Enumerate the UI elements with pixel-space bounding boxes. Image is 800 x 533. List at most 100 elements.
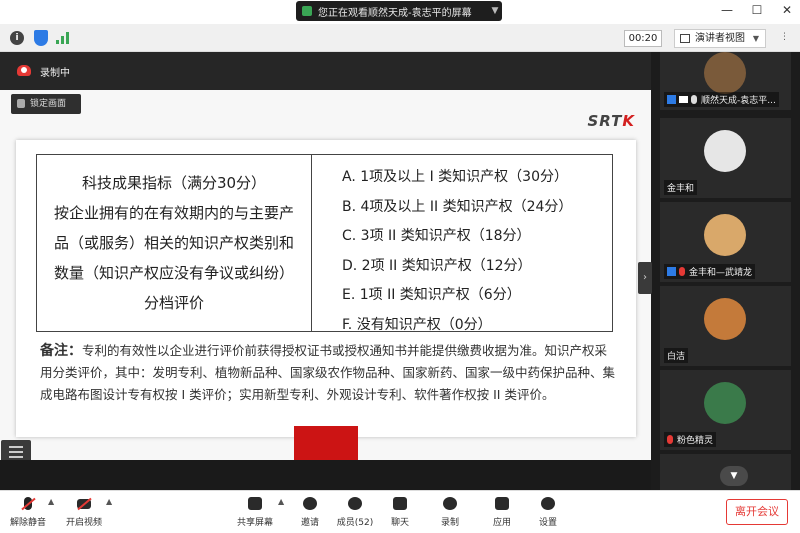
chevron-up-icon[interactable]: ▲ xyxy=(48,497,54,506)
unmute-button[interactable]: 解除静音 xyxy=(8,495,48,528)
apps-label: 应用 xyxy=(492,518,511,528)
participant-name: 白洁 xyxy=(667,352,686,362)
logo-accent: K xyxy=(622,112,635,130)
info-icon[interactable]: i xyxy=(10,31,24,45)
participant-tile[interactable]: 金丰和 xyxy=(660,118,791,198)
pin-icon xyxy=(17,99,25,108)
participant-name: 金丰和—武靖龙 xyxy=(689,268,753,278)
minimize-button[interactable]: — xyxy=(720,3,734,17)
collapse-panel-button[interactable]: › xyxy=(638,262,652,294)
share-screen-label: 共享屏幕 xyxy=(236,518,273,528)
invite-button[interactable]: 邀请 xyxy=(294,495,326,528)
participant-tile[interactable]: 顺然天成-袁志平... xyxy=(660,52,791,110)
red-block xyxy=(294,426,358,460)
participant-tile[interactable]: 金丰和—武靖龙 xyxy=(660,202,791,282)
logo-text: SRT xyxy=(587,112,623,130)
company-logo: SRTK xyxy=(587,112,635,130)
criteria-line: 分档评价 xyxy=(143,294,204,312)
slide-content: 科技成果指标（满分30分） 按企业拥有的在有效期内的与主要产 品（或服务）相关的… xyxy=(16,140,636,437)
record-label: 录制 xyxy=(440,518,459,528)
members-label: 成员(52) xyxy=(336,518,374,528)
person-icon xyxy=(667,95,676,104)
lock-view-button[interactable]: 锁定画面 xyxy=(11,94,81,114)
avatar xyxy=(704,130,746,172)
cloud-record-icon xyxy=(17,65,31,76)
leave-meeting-button[interactable]: 离开会议 xyxy=(726,499,788,525)
start-video-button[interactable]: 开启视频 xyxy=(62,495,106,528)
microphone-icon xyxy=(691,95,697,104)
share-screen-icon xyxy=(245,495,265,513)
participant-name: 粉色精灵 xyxy=(677,436,714,446)
chevron-down-icon: ▼ xyxy=(752,34,759,43)
microphone-muted-icon xyxy=(18,495,38,513)
view-mode-button[interactable]: 演讲者视图 ▼ xyxy=(674,29,766,48)
option-item: A. 1项及以上 I 类知识产权（30分） xyxy=(342,169,568,185)
settings-label: 设置 xyxy=(538,518,557,528)
scroll-down-button[interactable]: ▼ xyxy=(720,466,748,486)
chat-label: 聊天 xyxy=(390,518,409,528)
criteria-line: 按企业拥有的在有效期内的与主要产 xyxy=(53,204,294,222)
close-button[interactable]: ✕ xyxy=(780,3,794,17)
criteria-table: 科技成果指标（满分30分） 按企业拥有的在有效期内的与主要产 品（或服务）相关的… xyxy=(36,154,613,333)
participant-name-tag: 金丰和 xyxy=(664,180,698,195)
signal-icon[interactable] xyxy=(56,32,70,44)
meeting-info-bar: i 00:20 演讲者视图 ▼ ⋮ xyxy=(0,24,800,52)
meeting-toolbar: 解除静音 ▲ 开启视频 ▲ 共享屏幕 ▲ 邀请 成员(52) 聊天 录制 应用 … xyxy=(0,490,800,533)
start-video-label: 开启视频 xyxy=(65,518,102,528)
chat-button[interactable]: 聊天 xyxy=(386,495,414,528)
share-bottom-strip xyxy=(0,460,651,490)
add-person-icon xyxy=(300,495,320,513)
chevron-down-icon[interactable]: ▼ xyxy=(488,6,502,16)
more-icon[interactable]: ⋮ xyxy=(780,32,789,42)
lock-view-label: 锁定画面 xyxy=(30,99,67,109)
participant-name: 金丰和 xyxy=(667,184,695,194)
avatar xyxy=(704,298,746,340)
criteria-description: 科技成果指标（满分30分） 按企业拥有的在有效期内的与主要产 品（或服务）相关的… xyxy=(37,155,312,331)
title-bar: 您正在观看顺然天成-袁志平的屏幕 ▼ — ☐ ✕ xyxy=(0,0,800,24)
members-button[interactable]: 成员(52) xyxy=(334,495,376,528)
option-item: D. 2项 II 类知识产权（12分） xyxy=(342,257,532,274)
participant-name-tag: 白洁 xyxy=(664,348,689,363)
participant-tile[interactable]: 粉色精灵 xyxy=(660,370,791,450)
chat-icon xyxy=(390,495,410,513)
avatar xyxy=(704,382,746,424)
option-item: E. 1项 II 类知识产权（6分） xyxy=(342,287,521,303)
members-icon xyxy=(345,495,365,513)
window-controls: — ☐ ✕ xyxy=(720,3,794,17)
record-icon xyxy=(440,495,460,513)
apps-icon xyxy=(492,495,512,513)
meeting-timer: 00:20 xyxy=(624,30,662,47)
option-item: F. 没有知识产权（0分） xyxy=(342,316,492,333)
share-screen-button[interactable]: 共享屏幕 xyxy=(234,495,276,528)
option-item: C. 3项 II 类知识产权（18分） xyxy=(342,228,531,244)
microphone-muted-icon xyxy=(679,267,685,276)
note-text: 专利的有效性以企业进行评价前获得授权证书或授权通知书并能提供缴费收据为准。知识产… xyxy=(40,343,616,402)
meeting-window: 您正在观看顺然天成-袁志平的屏幕 ▼ — ☐ ✕ i 00:20 演讲者视图 ▼… xyxy=(0,0,800,533)
participant-tile[interactable]: 白洁 xyxy=(660,286,791,366)
apps-button[interactable]: 应用 xyxy=(488,495,516,528)
option-item: B. 4项及以上 II 类知识产权（24分） xyxy=(342,198,573,215)
chevron-up-icon[interactable]: ▲ xyxy=(278,497,284,506)
grid-icon xyxy=(680,34,690,43)
screen-share-indicator[interactable]: 您正在观看顺然天成-袁志平的屏幕 ▼ xyxy=(296,1,502,21)
note-label: 备注： xyxy=(40,343,82,359)
criteria-options: A. 1项及以上 I 类知识产权（30分） B. 4项及以上 II 类知识产权（… xyxy=(312,155,612,333)
microphone-muted-icon xyxy=(667,435,673,444)
invite-label: 邀请 xyxy=(300,518,319,528)
participant-tile[interactable]: ▼ xyxy=(660,454,791,490)
settings-button[interactable]: 设置 xyxy=(534,495,562,528)
participant-name-tag: 顺然天成-袁志平... xyxy=(664,92,779,107)
chevron-up-icon[interactable]: ▲ xyxy=(106,497,112,506)
participant-name-tag: 金丰和—武靖龙 xyxy=(664,264,756,279)
avatar xyxy=(704,52,746,94)
person-icon xyxy=(667,267,676,276)
recording-bar: 录制中 xyxy=(0,52,651,90)
shared-screen-area: 录制中 锁定画面 SRTK 科技成果指标（满分30分） 按企业拥有的在有效期内的… xyxy=(0,52,651,490)
gear-icon xyxy=(538,495,558,513)
criteria-line: 品（或服务）相关的知识产权类别和 xyxy=(53,234,294,252)
shield-icon[interactable] xyxy=(34,30,48,46)
record-button[interactable]: 录制 xyxy=(436,495,464,528)
view-mode-label: 演讲者视图 xyxy=(695,33,745,44)
criteria-line: 数量（知识产权应没有争议或纠纷） xyxy=(53,264,294,282)
maximize-button[interactable]: ☐ xyxy=(750,3,764,17)
